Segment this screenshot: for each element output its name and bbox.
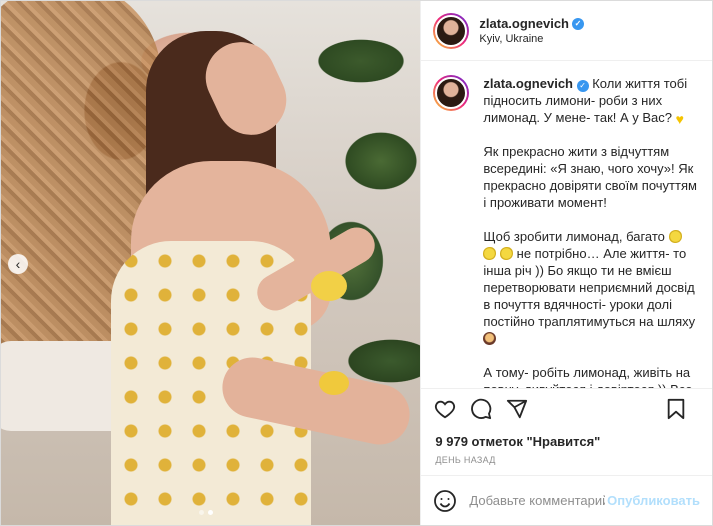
avatar[interactable] xyxy=(433,12,470,49)
comments-area: zlata.ognevich ✓ Коли життя тобі підноси… xyxy=(421,61,712,388)
post-timestamp[interactable]: День назад xyxy=(421,449,712,475)
post-sidebar: zlata.ognevich ✓ Kyiv, Ukraine zlata.ogn… xyxy=(420,1,712,525)
caption-paragraph: А тому- робіть лимонад, живіть на повну,… xyxy=(483,365,692,388)
caption-avatar[interactable] xyxy=(433,75,470,111)
carousel-indicator xyxy=(199,510,213,515)
carousel-dot xyxy=(199,510,204,515)
share-icon xyxy=(507,399,528,418)
save-button[interactable] xyxy=(664,397,688,421)
comment-button[interactable] xyxy=(469,397,493,421)
header-location[interactable]: Kyiv, Ukraine xyxy=(479,33,584,45)
lemon-emoji-icon xyxy=(500,247,514,260)
carousel-dot-active xyxy=(208,510,213,515)
yellow-heart-emoji-icon: ♥ xyxy=(675,111,684,127)
smiley-icon[interactable] xyxy=(433,489,457,513)
comment-icon xyxy=(471,398,492,419)
post-container: ‹ zlata.ognevich ✓ Kyiv, Ukraine zlata.o… xyxy=(0,0,713,526)
caption-paragraph: Щоб зробити лимонад, багато xyxy=(483,229,665,244)
heart-icon xyxy=(435,400,456,418)
caption: zlata.ognevich ✓ Коли життя тобі підноси… xyxy=(433,75,698,388)
caption-text: zlata.ognevich ✓ Коли життя тобі підноси… xyxy=(483,75,698,388)
caption-username[interactable]: zlata.ognevich xyxy=(483,76,573,91)
post-header: zlata.ognevich ✓ Kyiv, Ukraine xyxy=(421,1,712,61)
lemon-half xyxy=(311,271,347,301)
header-username[interactable]: zlata.ognevich xyxy=(479,16,569,31)
share-button[interactable] xyxy=(505,397,529,421)
add-comment-bar: Опубликовать xyxy=(421,475,712,525)
lemon-half xyxy=(319,371,349,395)
caption-paragraph: не потрібно… Але життя- то інша річ )) Б… xyxy=(483,246,696,329)
like-button[interactable] xyxy=(433,397,457,421)
lemon-emoji-icon xyxy=(483,247,497,260)
woman-figure xyxy=(71,11,416,525)
chevron-left-icon: ‹ xyxy=(15,256,21,272)
action-bar xyxy=(421,388,712,428)
bookmark-icon xyxy=(667,398,685,419)
post-image[interactable]: ‹ xyxy=(1,1,421,525)
carousel-prev-button[interactable]: ‹ xyxy=(8,254,28,274)
header-username-row: zlata.ognevich ✓ xyxy=(479,16,584,31)
lemon-emoji-icon xyxy=(668,230,682,243)
verified-badge-icon: ✓ xyxy=(571,17,584,30)
likes-count[interactable]: 9 979 отметок "Нравится" xyxy=(421,428,712,449)
header-info: zlata.ognevich ✓ Kyiv, Ukraine xyxy=(479,16,584,45)
publish-button[interactable]: Опубликовать xyxy=(607,493,700,508)
verified-badge-icon: ✓ xyxy=(576,79,589,92)
comment-input[interactable] xyxy=(467,492,608,509)
caption-paragraph: Як прекрасно жити з відчуттям всередині:… xyxy=(483,144,697,210)
person-emoji-icon xyxy=(483,332,497,345)
